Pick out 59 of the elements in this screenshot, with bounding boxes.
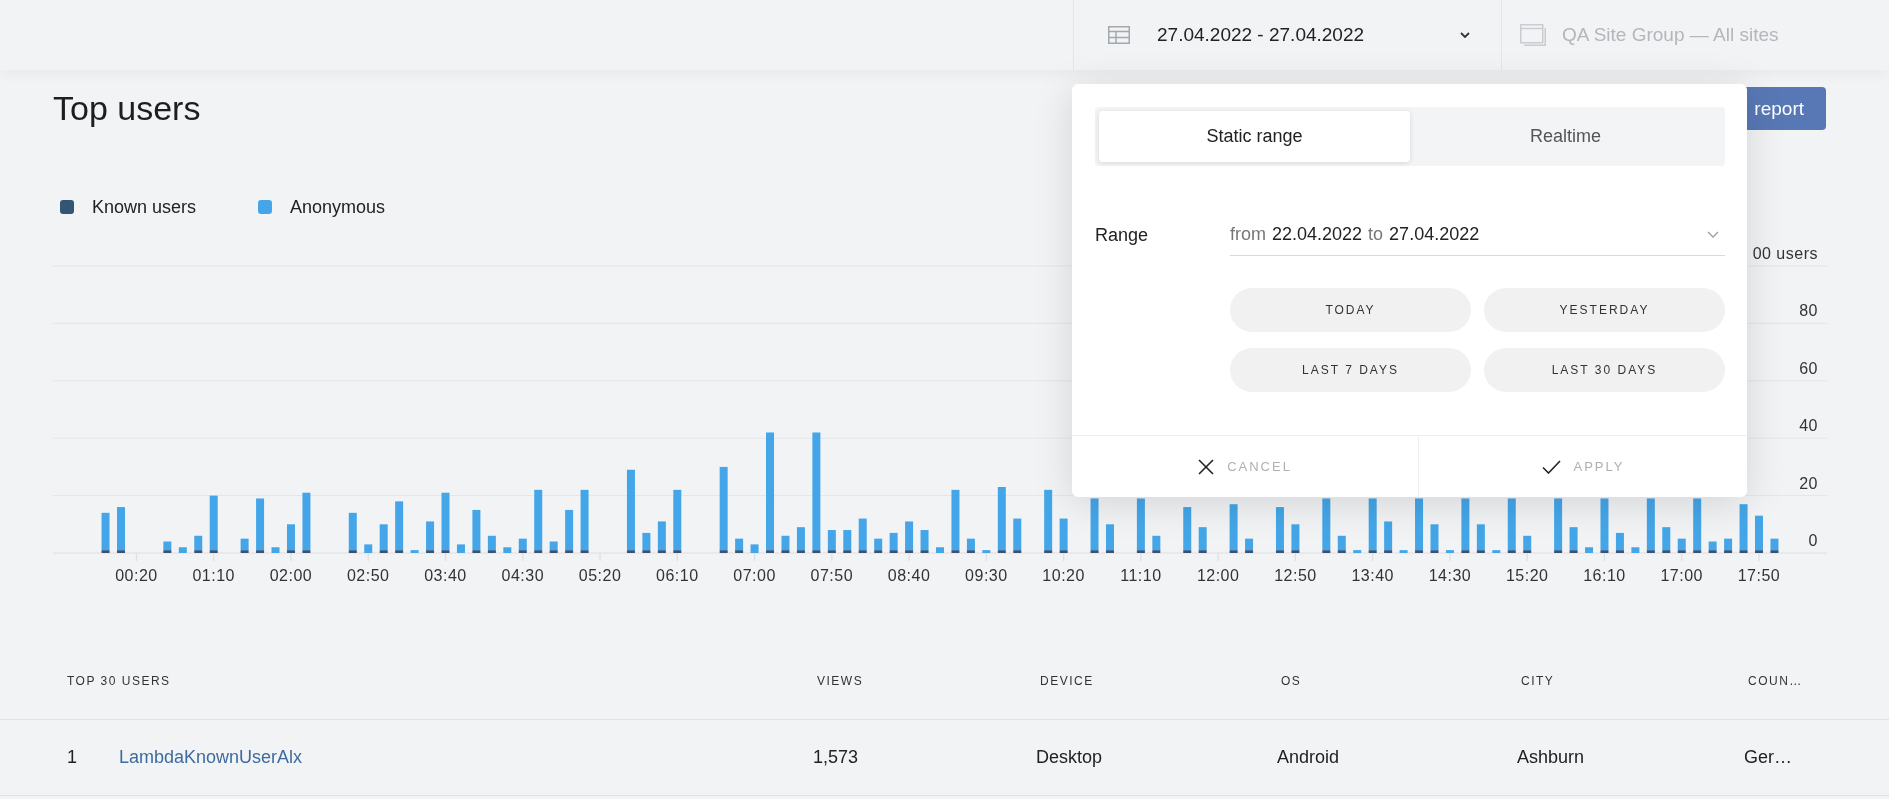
y-tick-label: 40 xyxy=(1799,417,1818,435)
browser-window-icon xyxy=(1520,24,1546,46)
date-range-selector[interactable]: 27.04.2022 - 27.04.2022 xyxy=(1073,0,1501,70)
x-tick-label: 00:20 xyxy=(115,567,158,584)
x-tick-label: 04:30 xyxy=(501,567,545,584)
legend-label: Anonymous xyxy=(290,196,386,218)
page-title: Top users xyxy=(53,89,201,128)
table-cell: Ger… xyxy=(1744,747,1792,768)
close-icon xyxy=(1198,458,1215,475)
x-tick-label: 08:40 xyxy=(887,567,931,584)
y-tick-label: 0 xyxy=(1808,532,1818,549)
chevron-down-icon xyxy=(1460,32,1470,38)
x-tick-label: 01:10 xyxy=(192,567,235,584)
column-header: CITY xyxy=(1520,674,1555,688)
preset-range-button[interactable]: TODAY xyxy=(1230,288,1471,332)
legend-label: Known users xyxy=(92,196,197,218)
column-header: TOP 30 USERS xyxy=(67,674,171,688)
chevron-down-icon xyxy=(1707,231,1719,238)
x-tick-label: 06:10 xyxy=(656,567,699,584)
table-cell: Android xyxy=(1277,747,1340,768)
preset-range-button[interactable]: LAST 7 DAYS xyxy=(1230,348,1471,392)
y-tick-label: 80 xyxy=(1799,302,1818,320)
x-tick-label: 17:50 xyxy=(1737,567,1781,584)
checkmark-icon xyxy=(1541,459,1561,474)
x-tick-label: 12:50 xyxy=(1274,567,1317,584)
x-tick-label: 11:10 xyxy=(1120,567,1162,584)
x-tick-label: 07:00 xyxy=(733,567,776,584)
range-dropdown[interactable]: from 22.04.2022 to 27.04.2022 xyxy=(1230,214,1725,256)
x-tick-label: 09:30 xyxy=(965,567,1008,584)
x-tick-label: 12:00 xyxy=(1196,567,1240,584)
table-cell: Desktop xyxy=(1036,747,1103,768)
y-tick-label: 60 xyxy=(1799,359,1818,377)
user-link[interactable]: LambdaKnownUserAlx xyxy=(119,747,303,767)
x-tick-label: 17:00 xyxy=(1660,567,1703,584)
range-mode-tab[interactable]: Static range xyxy=(1099,111,1410,162)
column-header: DEVICE xyxy=(1039,674,1094,688)
column-header: COUN… xyxy=(1747,674,1803,688)
x-tick-label: 15:20 xyxy=(1505,567,1549,584)
x-tick-label: 13:40 xyxy=(1351,567,1394,584)
x-tick-label: 10:20 xyxy=(1042,567,1085,584)
x-tick-label: 14:30 xyxy=(1428,567,1472,584)
y-axis-label: 00 users xyxy=(1752,245,1818,262)
x-tick-label: 07:50 xyxy=(810,567,854,584)
x-tick-label: 16:10 xyxy=(1583,567,1626,584)
range-label: Range xyxy=(1095,224,1150,246)
preset-range-button[interactable]: YESTERDAY xyxy=(1484,288,1725,332)
table-cell: Ashburn xyxy=(1517,747,1585,768)
preset-range-button[interactable]: LAST 30 DAYS xyxy=(1484,348,1725,392)
x-tick-label: 02:00 xyxy=(269,567,313,584)
x-tick-label: 05:20 xyxy=(578,567,622,584)
y-tick-label: 20 xyxy=(1799,474,1818,492)
calendar-icon xyxy=(1108,26,1130,44)
range-mode-tab[interactable]: Realtime xyxy=(1410,111,1721,162)
x-tick-label: 03:40 xyxy=(424,567,467,584)
column-header: OS xyxy=(1280,674,1302,688)
table-cell: 1,573 xyxy=(813,747,859,768)
column-header: VIEWS xyxy=(816,674,864,688)
row-number: 1 xyxy=(67,747,77,768)
x-tick-label: 02:50 xyxy=(346,567,390,584)
